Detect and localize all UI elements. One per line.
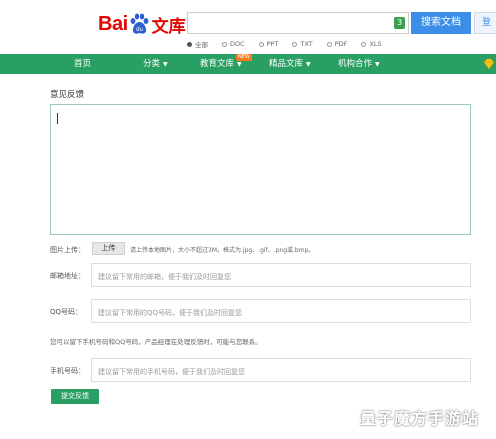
nav-label: 教育文库 — [200, 59, 235, 69]
phone-label: 手机号码： — [50, 367, 85, 375]
filter-xls[interactable]: XLS — [361, 39, 382, 49]
email-field[interactable] — [92, 266, 470, 288]
upload-hint: 请上传本地图片，大小不超过3M，格式为.jpg、.gif、.png或.bmp。 — [130, 247, 315, 254]
nav-item-category[interactable]: 分类 ▼ — [143, 54, 168, 74]
radio-selected-icon[interactable] — [187, 41, 192, 47]
nav-label: 首页 — [74, 59, 92, 69]
radio-icon[interactable] — [292, 41, 298, 47]
logo-bai-text: Bai — [98, 12, 128, 35]
radio-icon[interactable] — [326, 41, 332, 47]
upload-button[interactable]: 上传 — [92, 242, 125, 255]
filter-label: 全部 — [195, 41, 208, 49]
watermark-text: 量子魔方手游站 — [360, 409, 480, 428]
radio-icon[interactable] — [222, 41, 227, 47]
email-field-box[interactable] — [91, 263, 471, 288]
file-type-filters: 全部 DOC PPT TXT PDF XLS — [187, 39, 396, 49]
nav-item-premium[interactable]: 精品文库 ▼ — [269, 54, 311, 74]
filter-label: PPT — [266, 40, 279, 48]
filter-all[interactable]: 全部 — [187, 39, 208, 49]
search-box[interactable]: 3 — [187, 12, 409, 36]
qq-field[interactable] — [92, 302, 470, 324]
filter-label: XLS — [369, 40, 382, 48]
phone-field[interactable] — [92, 361, 470, 383]
filter-txt[interactable]: TXT — [292, 39, 313, 49]
new-badge: NEW — [236, 54, 252, 61]
nav-item-institution[interactable]: 机构合作 ▼ — [338, 54, 380, 74]
caret-down-icon: ▼ — [306, 61, 311, 68]
caret-down-icon: ▼ — [163, 61, 168, 68]
search-count-badge: 3 — [394, 17, 405, 29]
caret-down-icon: ▼ — [237, 61, 242, 68]
text-cursor — [57, 113, 58, 124]
filter-label: DOC — [230, 40, 245, 48]
login-button[interactable]: 登 — [474, 12, 496, 34]
vip-diamond-icon[interactable] — [483, 58, 495, 70]
caret-down-icon: ▼ — [375, 61, 380, 68]
submit-feedback-button[interactable]: 提交反馈 — [51, 389, 99, 404]
filter-doc[interactable]: DOC — [222, 39, 245, 49]
filter-label: PDF — [334, 40, 348, 48]
logo-du-text: du — [136, 27, 143, 33]
qq-field-box[interactable] — [91, 299, 471, 324]
logo-wenku-text: 文库 — [151, 16, 186, 37]
filter-pdf[interactable]: PDF — [326, 39, 348, 49]
email-label: 邮箱地址： — [50, 272, 85, 280]
radio-icon[interactable] — [361, 41, 367, 47]
qq-label: QQ号码： — [50, 308, 83, 316]
nav-item-home[interactable]: 首页 — [74, 54, 91, 74]
baidu-wenku-logo[interactable]: Bai du 文库 — [98, 10, 186, 38]
contact-note: 您可以留下手机号码和QQ号码，产品经理在处理反馈时，可能与您联系。 — [50, 338, 262, 346]
page-title: 意见反馈 — [50, 90, 85, 100]
image-upload-label: 图片上传： — [50, 246, 85, 254]
search-input[interactable] — [188, 15, 396, 36]
nav-label: 机构合作 — [338, 59, 373, 69]
filter-label: TXT — [300, 40, 313, 48]
baidu-paw-icon: du — [130, 13, 149, 34]
nav-label: 分类 — [143, 59, 161, 69]
radio-icon[interactable] — [258, 41, 264, 47]
feedback-textarea[interactable] — [50, 104, 471, 235]
filter-ppt[interactable]: PPT — [258, 39, 279, 49]
nav-label: 精品文库 — [269, 59, 304, 69]
search-documents-button[interactable]: 搜索文档 — [411, 12, 471, 34]
phone-field-box[interactable] — [91, 358, 471, 383]
top-header: Bai du 文库 3 搜索文档 登 全部 DOC PPT TXT PDF XL… — [0, 0, 496, 54]
